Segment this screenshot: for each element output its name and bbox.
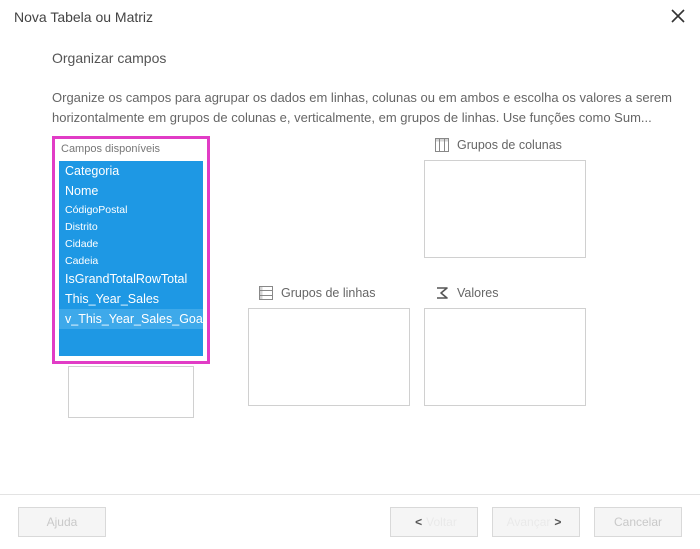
field-item[interactable]: IsGrandTotalRowTotal <box>59 269 203 289</box>
next-button[interactable]: Avançar > <box>492 507 580 537</box>
cancel-button[interactable]: Cancelar <box>594 507 682 537</box>
row-groups-dropzone[interactable] <box>248 308 410 406</box>
back-button[interactable]: < Voltar <box>390 507 478 537</box>
available-fields-panel: Campos disponíveis Categoria Nome Código… <box>52 136 210 364</box>
column-groups-icon <box>435 138 449 152</box>
titlebar: Nova Tabela ou Matriz <box>0 0 700 30</box>
field-item[interactable]: Distrito <box>59 218 203 235</box>
back-button-label: Voltar <box>426 515 457 529</box>
chevron-right-icon: > <box>550 515 565 529</box>
field-item[interactable]: Categoria <box>59 161 203 181</box>
available-fields-list[interactable]: Categoria Nome CódigoPostal Distrito Cid… <box>59 161 203 356</box>
close-icon[interactable] <box>670 8 688 26</box>
next-button-label: Avançar <box>507 515 551 529</box>
column-groups-dropzone[interactable] <box>424 160 586 258</box>
dialog-title: Nova Tabela ou Matriz <box>14 9 153 25</box>
sigma-icon <box>435 286 449 300</box>
dialog-body: Organizar campos Organize os campos para… <box>0 30 700 494</box>
row-groups-icon <box>259 286 273 300</box>
field-item[interactable]: Cidade <box>59 235 203 252</box>
values-text: Valores <box>457 286 498 300</box>
help-button[interactable]: Ajuda <box>18 507 106 537</box>
field-item[interactable]: Cadeia <box>59 252 203 269</box>
field-item[interactable]: Nome <box>59 181 203 201</box>
column-groups-text: Grupos de colunas <box>457 138 562 152</box>
cancel-button-label: Cancelar <box>614 515 662 529</box>
row-groups-label: Grupos de linhas <box>259 286 376 300</box>
layout-area: Campos disponíveis Categoria Nome Código… <box>52 136 682 436</box>
staging-box[interactable] <box>68 366 194 418</box>
help-button-label: Ajuda <box>47 515 78 529</box>
chevron-left-icon: < <box>411 515 426 529</box>
column-groups-label: Grupos de colunas <box>435 138 562 152</box>
page-heading: Organizar campos <box>52 50 682 66</box>
available-fields-label: Campos disponíveis <box>61 143 160 155</box>
page-description: Organize os campos para agrupar os dados… <box>52 88 682 128</box>
nav-button-group: < Voltar Avançar > Cancelar <box>390 507 682 537</box>
values-label: Valores <box>435 286 498 300</box>
values-dropzone[interactable] <box>424 308 586 406</box>
dialog-footer: Ajuda < Voltar Avançar > Cancelar <box>0 494 700 549</box>
row-groups-text: Grupos de linhas <box>281 286 376 300</box>
new-table-or-matrix-dialog: Nova Tabela ou Matriz Organizar campos O… <box>0 0 700 549</box>
field-item[interactable]: v_This_Year_Sales_Goal <box>59 309 203 329</box>
field-item[interactable]: CódigoPostal <box>59 201 203 218</box>
field-item[interactable]: This_Year_Sales <box>59 289 203 309</box>
